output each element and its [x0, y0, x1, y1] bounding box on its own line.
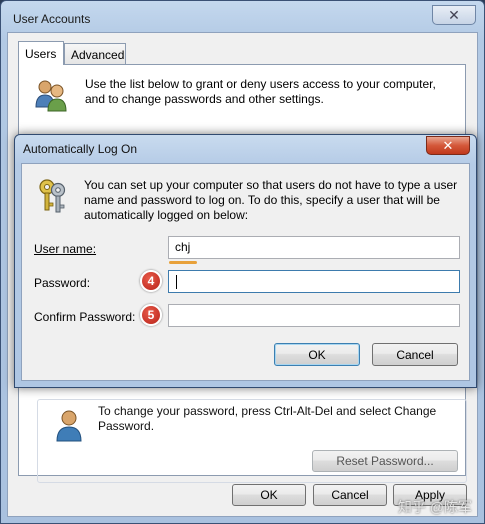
tab-advanced-label: Advanced: [71, 47, 125, 62]
reset-password-button[interactable]: Reset Password...: [312, 450, 458, 472]
confirm-password-field[interactable]: [168, 304, 460, 327]
keys-icon: [39, 179, 66, 213]
step-badge-4: 4: [140, 270, 162, 292]
username-label-text: User name:: [34, 242, 97, 256]
close-icon: ✕: [442, 137, 454, 153]
password-field[interactable]: [168, 270, 460, 293]
text-caret: [176, 275, 177, 289]
password-group: To change your password, press Ctrl-Alt-…: [37, 399, 467, 483]
user-password-icon: [56, 410, 82, 442]
confirm-password-label: Confirm Password:: [34, 310, 136, 324]
close-icon: ✕: [448, 6, 460, 23]
intro-text: Use the list below to grant or deny user…: [85, 77, 436, 106]
close-button[interactable]: ✕: [432, 5, 476, 25]
tab-users[interactable]: Users: [18, 41, 64, 65]
ok-button[interactable]: OK: [232, 484, 306, 506]
dialog-cancel-button[interactable]: Cancel: [372, 343, 458, 366]
highlight-underline: [169, 261, 197, 264]
dialog-description: You can set up your computer so that use…: [84, 178, 458, 222]
tab-advanced[interactable]: Advanced: [64, 43, 126, 65]
dialog-title: Automatically Log On: [23, 142, 138, 156]
password-label: Password:: [34, 276, 91, 290]
password-instructions: To change your password, press Ctrl-Alt-…: [98, 404, 437, 433]
username-field[interactable]: chj: [168, 236, 460, 259]
username-label: User name:: [34, 242, 96, 256]
auto-logon-dialog: Automatically Log On ✕ You can set up yo…: [14, 134, 477, 388]
cancel-button[interactable]: Cancel: [313, 484, 387, 506]
dialog-close-button[interactable]: ✕: [426, 136, 470, 155]
window-title: User Accounts: [13, 12, 91, 26]
watermark: 知乎 @陈军: [397, 499, 472, 515]
dialog-client-area: You can set up your computer so that use…: [21, 163, 470, 381]
step-badge-5: 5: [140, 304, 162, 326]
tab-users-label: Users: [25, 46, 57, 61]
users-icon: [35, 80, 67, 112]
dialog-ok-button[interactable]: OK: [274, 343, 360, 366]
